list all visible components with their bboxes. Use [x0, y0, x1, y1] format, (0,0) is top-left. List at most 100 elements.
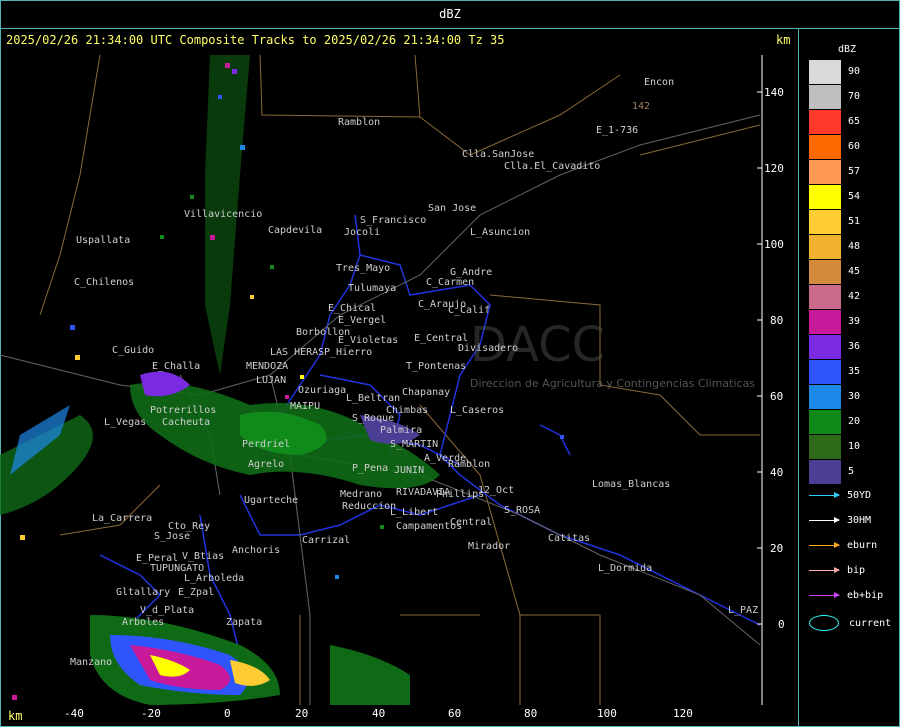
place-label: L_Caseros [450, 405, 505, 416]
legend-swatch-label: 90 [848, 66, 861, 77]
place-label: Arboles [122, 617, 165, 628]
place-label: Anchoris [232, 545, 281, 556]
legend-swatch-label: 57 [848, 166, 861, 177]
place-label: P_Hierro [324, 347, 373, 358]
km-label-top: km [776, 33, 791, 47]
legend-swatch-label: 48 [848, 241, 861, 252]
place-label: Palmira [380, 425, 423, 436]
place-label: Perdriel [242, 439, 291, 450]
x-tick-label: 40 [372, 707, 386, 720]
place-label: S_Jose [154, 531, 191, 542]
place-label: San Jose [428, 203, 477, 214]
legend-swatch-label: 60 [848, 141, 861, 152]
place-label: Clla.SanJose [462, 149, 535, 160]
place-label: MENDOZA [246, 361, 289, 372]
y-tick-label: 140 [764, 86, 784, 99]
place-label: L_Dormida [598, 563, 653, 574]
y-tick-label: 0 [778, 618, 785, 631]
y-tick-label: 60 [770, 390, 784, 403]
x-tick-label: 0 [224, 707, 231, 720]
legend-swatch [809, 385, 841, 409]
place-label: Phillips [436, 489, 485, 500]
place-label: Tulumaya [348, 283, 397, 294]
legend-swatch [809, 160, 841, 184]
place-label: V_d_Plata [140, 605, 195, 616]
legend-track-30hm: 30HM [809, 515, 871, 526]
place-label: Lomas_Blancas [592, 479, 671, 490]
legend-swatch-label: 35 [848, 366, 861, 377]
legend-swatch-label: 54 [848, 191, 861, 202]
legend-track-label: bip [847, 565, 866, 576]
place-label: Medrano [340, 489, 383, 500]
legend-swatch-label: 30 [848, 391, 861, 402]
place-label: S_Roque [352, 413, 395, 424]
y-tick-label: 20 [770, 542, 784, 555]
place-label: E_Vergel [338, 315, 387, 326]
y-tick-label: 100 [764, 238, 784, 251]
x-tick-label: 100 [597, 707, 617, 720]
place-label: 142 [632, 101, 651, 112]
place-label: L_Beltran [346, 393, 401, 404]
radar-map[interactable]: DACC Direccion de Agricultura y Continge… [0, 55, 797, 705]
place-label: Jocoli [344, 227, 381, 238]
place-label: S_ROSA [504, 505, 541, 516]
legend-swatch-label: 36 [848, 341, 861, 352]
place-label: Catitas [548, 533, 591, 544]
place-label: C_Chilenos [74, 277, 135, 288]
x-tick-label: -40 [64, 707, 84, 720]
track-arrow-icon [809, 566, 840, 573]
legend-swatch-label: 39 [848, 316, 861, 327]
place-label: Clla.El_Cavadito [504, 161, 601, 172]
place-label: P_Pena [352, 463, 389, 474]
place-label: L_Arboleda [184, 573, 245, 584]
place-label: 12_Oct [478, 485, 515, 496]
place-label: JUNIN [394, 465, 425, 476]
place-label: Cacheuta [162, 417, 211, 428]
place-label: MAIPU [290, 401, 321, 412]
place-label: Ozuriaga [298, 385, 347, 396]
place-label: Chapanay [402, 387, 451, 398]
legend-track-current: current [809, 615, 891, 631]
place-label: Divisadero [458, 343, 519, 354]
place-label: Ramblon [338, 117, 381, 128]
legend-track-label: eburn [847, 540, 878, 551]
legend-swatch [809, 285, 841, 309]
x-tick-label: 120 [673, 707, 693, 720]
place-label: E_Chical [328, 303, 377, 314]
place-label: E_Violetas [338, 335, 399, 346]
place-label: C_Calif [448, 305, 491, 316]
legend-swatch [809, 435, 841, 459]
place-label: Tres_Mayo [336, 263, 391, 274]
place-label: T_Pontenas [406, 361, 467, 372]
legend-swatch-label: 5 [848, 466, 855, 477]
place-label: V_Btias [182, 551, 225, 562]
place-label: C_Carmen [426, 277, 475, 288]
legend-swatch [809, 360, 841, 384]
legend-swatch [809, 235, 841, 259]
track-arrow-icon [809, 491, 840, 498]
legend-swatch [809, 260, 841, 284]
place-label: Potrerillos [150, 405, 217, 416]
place-label: Zapata [226, 617, 263, 628]
legend-track-label: 50YD [847, 490, 872, 501]
legend-swatch-label: 65 [848, 116, 861, 127]
legend-swatch [809, 60, 841, 84]
place-label: Agrelo [248, 459, 285, 470]
place-label: L_Vegas [104, 417, 147, 428]
legend-swatch-label: 20 [848, 416, 861, 427]
place-label: L_Asuncion [470, 227, 531, 238]
legend-swatch [809, 210, 841, 234]
x-tick-label: 80 [524, 707, 538, 720]
legend-track-ebbip: eb+bip [809, 590, 883, 601]
place-label: Carrizal [302, 535, 351, 546]
window-title: dBZ [439, 7, 461, 21]
track-arrow-icon [809, 516, 840, 523]
watermark-text: Direccion de Agricultura y Contingencias… [470, 377, 756, 390]
place-label: L_Libert [390, 507, 439, 518]
x-tick-label: -20 [141, 707, 161, 720]
track-arrow-icon [809, 591, 840, 598]
legend-swatch-label: 42 [848, 291, 861, 302]
current-ellipse-icon [809, 615, 839, 631]
legend-swatch [809, 460, 841, 484]
legend-swatch-label: 10 [848, 441, 861, 452]
